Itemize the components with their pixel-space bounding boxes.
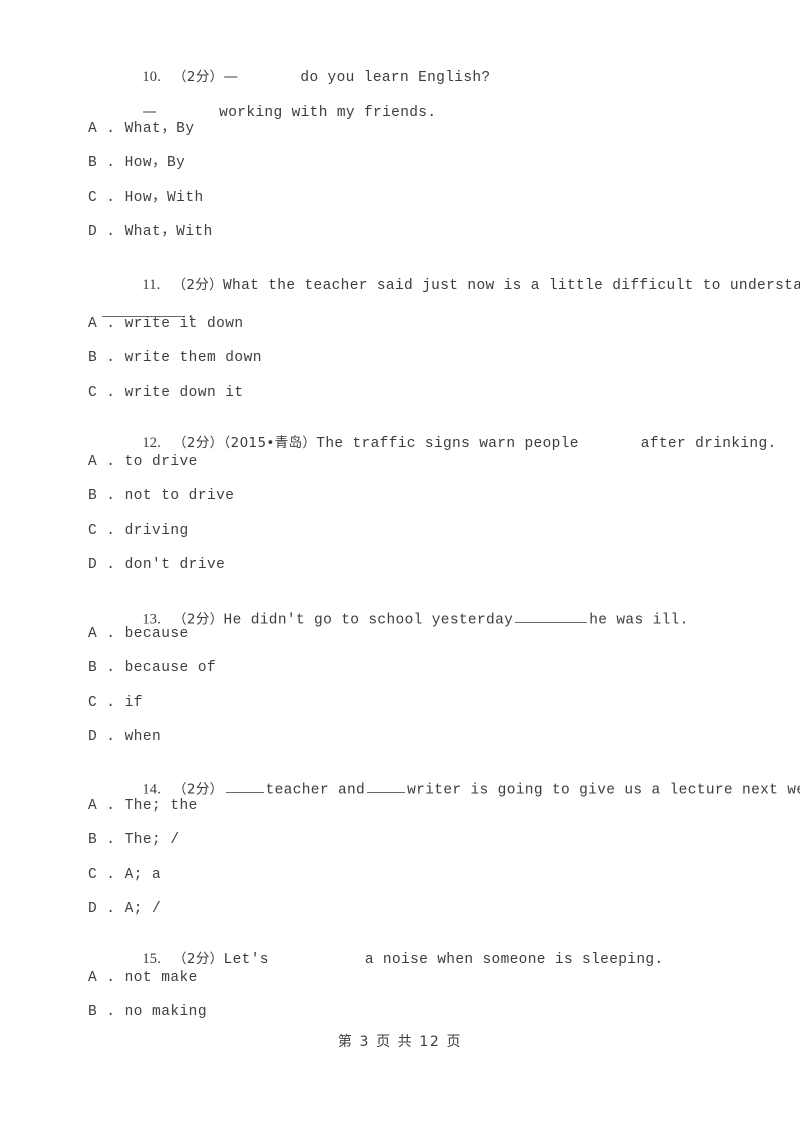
question-15-option-b[interactable]: B . no making: [88, 1003, 207, 1021]
question-12-source: （2015•青岛）: [223, 435, 317, 451]
question-14-option-b[interactable]: B . The; /: [88, 831, 180, 849]
question-10-option-b[interactable]: B . How，By: [88, 154, 185, 172]
question-15-marks: （2分）: [173, 951, 224, 967]
question-12-marks: （2分）: [173, 435, 224, 451]
question-14-number: 14.: [142, 781, 162, 798]
question-13-stem-after: he was ill.: [589, 612, 689, 629]
question-10-stem-text-1: do you learn English?: [300, 70, 491, 86]
question-14-stem-part-2: teacher and: [265, 782, 366, 799]
question-12-option-b[interactable]: B . not to drive: [88, 487, 234, 505]
question-14-marks: （2分）: [173, 781, 224, 798]
question-14-stem-part-3: writer is going to give us a lecture nex…: [407, 782, 800, 799]
question-10-option-d[interactable]: D . What，With: [88, 223, 213, 241]
question-13-option-a[interactable]: A . because: [88, 625, 189, 643]
question-14-answer-blank-1[interactable]: [225, 779, 264, 794]
question-13-stem-before: He didn't go to school yesterday: [223, 612, 514, 629]
question-15-option-a[interactable]: A . not make: [88, 969, 198, 987]
question-10-dash-2: —: [142, 104, 158, 120]
question-14-option-a[interactable]: A . The; the: [88, 797, 198, 815]
question-13-option-d[interactable]: D . when: [88, 728, 161, 746]
question-15-number: 15.: [142, 951, 162, 967]
question-13-answer-blank[interactable]: [515, 609, 588, 624]
question-15-stem-before: Let's: [223, 952, 269, 968]
question-10-stem-text-2: working with my friends.: [219, 105, 437, 121]
question-14-option-c[interactable]: C . A; a: [88, 866, 161, 884]
question-10-number: 10.: [142, 69, 162, 85]
question-12-option-c[interactable]: C . driving: [88, 522, 189, 540]
document-page: 10. （2分）— do you learn English? — working w…: [0, 0, 800, 1132]
question-13-option-c[interactable]: C . if: [88, 694, 143, 712]
question-11-stem-text-1: What the teacher said just now is a litt…: [223, 278, 800, 294]
question-10-dash-1: —: [223, 69, 239, 85]
question-14-answer-blank-2[interactable]: [367, 779, 406, 794]
question-15-stem-after: a noise when someone is sleeping.: [364, 952, 664, 968]
question-12-stem-after: after drinking.: [640, 436, 777, 452]
question-11-option-b[interactable]: B . write them down: [88, 349, 262, 367]
question-10-option-c[interactable]: C . How，With: [88, 189, 204, 207]
question-12-stem-before: The traffic signs warn people: [316, 436, 579, 452]
question-12-option-d[interactable]: D . don't drive: [88, 556, 225, 574]
question-10-option-a[interactable]: A . What，By: [88, 120, 194, 138]
question-12-option-a[interactable]: A . to drive: [88, 453, 198, 471]
question-12-number: 12.: [142, 435, 162, 451]
question-11-option-a[interactable]: A . write it down: [88, 315, 244, 333]
page-footer: 第 3 页 共 12 页: [337, 1034, 463, 1050]
question-13-option-b[interactable]: B . because of: [88, 659, 216, 677]
question-11-option-c[interactable]: C . write down it: [88, 384, 244, 402]
question-10-marks: （2分）: [173, 69, 224, 85]
question-14-option-d[interactable]: D . A; /: [88, 900, 161, 918]
